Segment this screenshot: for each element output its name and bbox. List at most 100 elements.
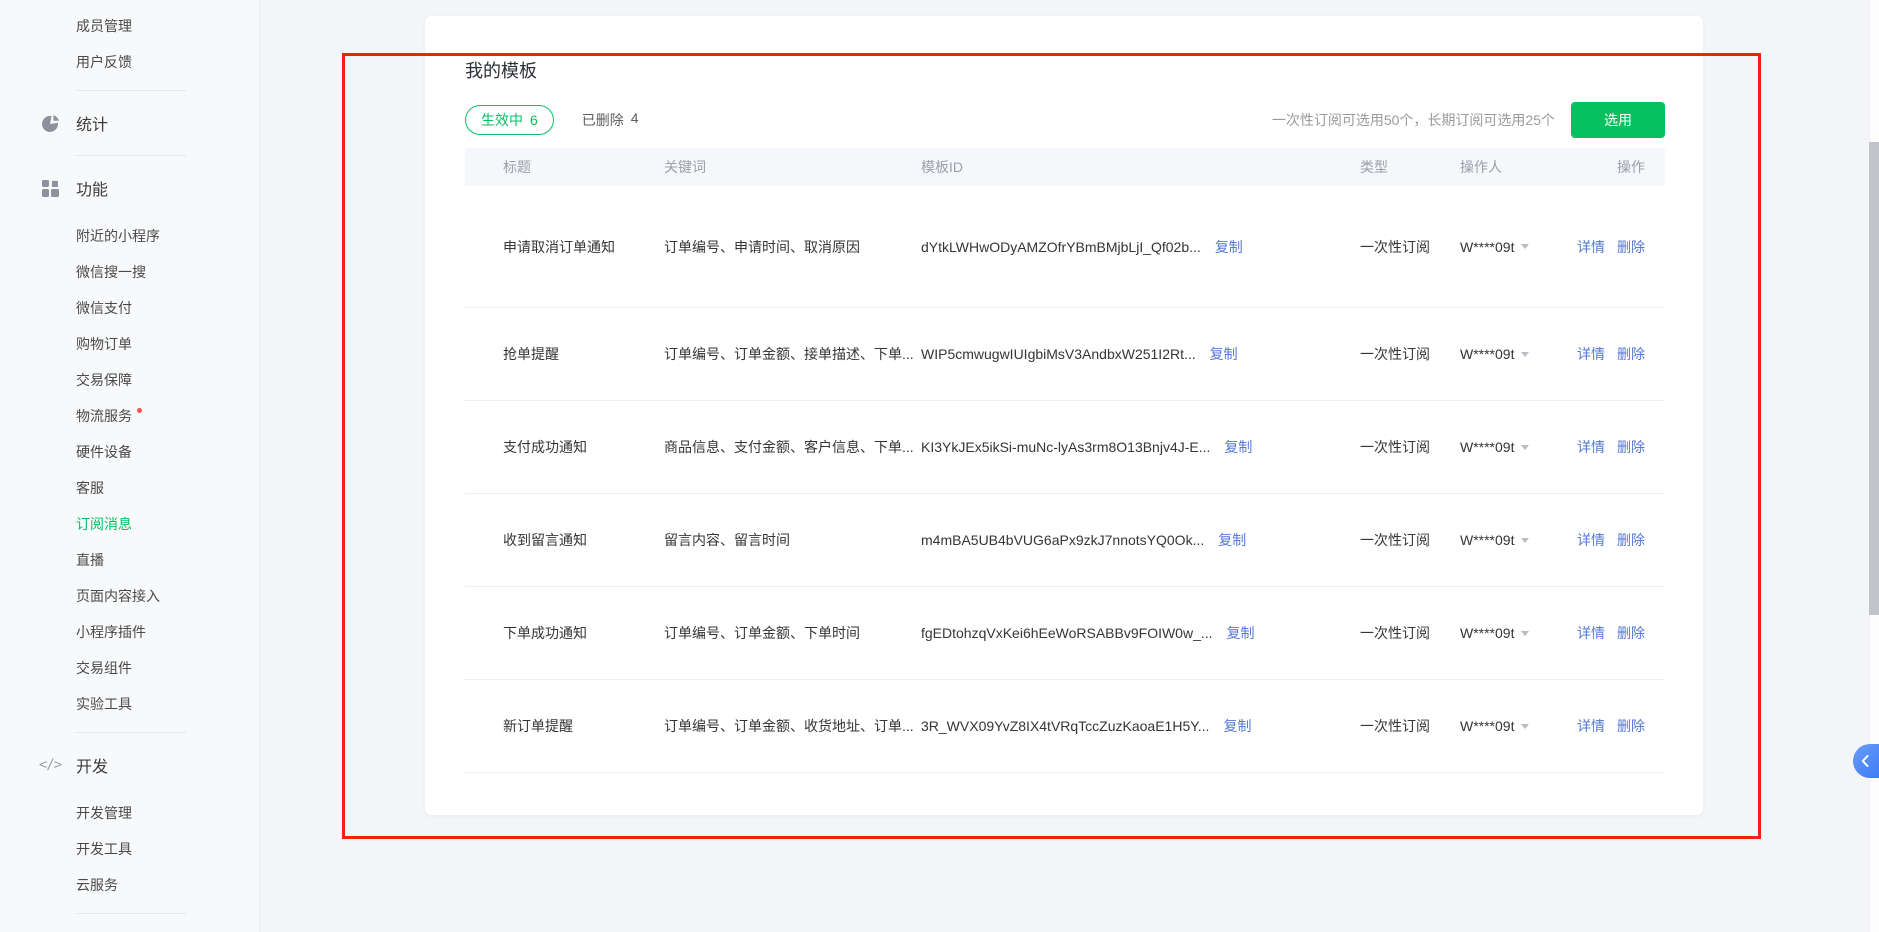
chevron-down-icon[interactable] xyxy=(1521,631,1529,636)
chevron-down-icon[interactable] xyxy=(1521,352,1529,357)
delete-link[interactable]: 删除 xyxy=(1617,237,1645,257)
code-icon: </> xyxy=(40,755,60,775)
detail-link[interactable]: 详情 xyxy=(1577,237,1605,257)
table-row: 申请取消订单通知 订单编号、申请时间、取消原因 dYtkLWHwODyAMZOf… xyxy=(465,186,1665,308)
table-row: 新订单提醒 订单编号、订单金额、收货地址、订单... 3R_WVX09YvZ8I… xyxy=(465,680,1665,773)
detail-link[interactable]: 详情 xyxy=(1577,623,1605,643)
sidebar-item-shopping-orders[interactable]: 购物订单 xyxy=(0,326,259,362)
chevron-down-icon[interactable] xyxy=(1521,445,1529,450)
sidebar-item-wechat-search[interactable]: 微信搜一搜 xyxy=(0,254,259,290)
main-content: 我的模板 生效中 6 已删除 4 一次性订阅可选用50个，长期订阅可选用25个 … xyxy=(261,0,1869,932)
sidebar-item-label: 开发管理 xyxy=(76,803,132,823)
template-keywords: 订单编号、订单金额、下单时间 xyxy=(664,623,921,643)
sidebar-item-logistics[interactable]: 物流服务 xyxy=(0,398,259,434)
template-type: 一次性订阅 xyxy=(1360,530,1460,550)
template-keywords: 订单编号、申请时间、取消原因 xyxy=(664,237,921,257)
delete-link[interactable]: 删除 xyxy=(1617,530,1645,550)
template-title: 下单成功通知 xyxy=(503,623,664,643)
delete-link[interactable]: 删除 xyxy=(1617,344,1645,364)
sidebar-item-label: 成员管理 xyxy=(76,16,132,36)
template-id: fgEDtohzqVxKei6hEeWoRSABBv9FOIW0w_... xyxy=(921,625,1213,641)
sidebar-item-trade-components[interactable]: 交易组件 xyxy=(0,650,259,686)
delete-link[interactable]: 删除 xyxy=(1617,716,1645,736)
scrollbar-thumb[interactable] xyxy=(1869,142,1879,615)
sidebar-item-label: 硬件设备 xyxy=(76,442,132,462)
sidebar-group-statistics[interactable]: 统计 xyxy=(0,101,259,145)
sidebar-item-label: 页面内容接入 xyxy=(76,586,160,606)
template-id: KI3YkJEx5ikSi-muNc-lyAs3rm8O13Bnjv4J-E..… xyxy=(921,439,1210,455)
sidebar-item-page-content[interactable]: 页面内容接入 xyxy=(0,578,259,614)
sidebar-item-customer-service[interactable]: 客服 xyxy=(0,470,259,506)
sidebar-item-label: 开发工具 xyxy=(76,839,132,859)
delete-link[interactable]: 删除 xyxy=(1617,623,1645,643)
template-title: 新订单提醒 xyxy=(503,716,664,736)
select-template-button[interactable]: 选用 xyxy=(1571,102,1665,138)
sidebar-item-dev-management[interactable]: 开发管理 xyxy=(0,795,259,831)
copy-link[interactable]: 复制 xyxy=(1218,530,1246,550)
operator-name: W****09t xyxy=(1460,718,1514,734)
sidebar-item-live[interactable]: 直播 xyxy=(0,542,259,578)
template-type: 一次性订阅 xyxy=(1360,623,1460,643)
table-row: 支付成功通知 商品信息、支付金额、客户信息、下单... KI3YkJEx5ikS… xyxy=(465,401,1665,494)
sidebar-group-development[interactable]: </> 开发 xyxy=(0,743,259,787)
sidebar-item-members[interactable]: 成员管理 xyxy=(0,8,259,44)
pie-chart-icon xyxy=(40,113,60,133)
template-id: m4mBA5UB4bVUG6aPx9zkJ7nnotsYQ0Ok... xyxy=(921,532,1204,548)
operator-name: W****09t xyxy=(1460,239,1514,255)
tab-active-templates[interactable]: 生效中 6 xyxy=(465,105,554,135)
grid-icon xyxy=(40,178,60,198)
chevron-left-icon xyxy=(1861,755,1869,767)
template-id: dYtkLWHwODyAMZOfrYBmBMjbLjI_Qf02b... xyxy=(921,239,1201,255)
copy-link[interactable]: 复制 xyxy=(1215,237,1243,257)
copy-link[interactable]: 复制 xyxy=(1224,437,1252,457)
sidebar-item-subscribe-message[interactable]: 订阅消息 xyxy=(0,506,259,542)
template-type: 一次性订阅 xyxy=(1360,716,1460,736)
template-type: 一次性订阅 xyxy=(1360,344,1460,364)
template-id: WIP5cmwugwIUIgbiMsV3AndbxW251I2Rt... xyxy=(921,346,1196,362)
template-type: 一次性订阅 xyxy=(1360,437,1460,457)
sidebar-item-cloud-services[interactable]: 云服务 xyxy=(0,867,259,903)
header-type: 类型 xyxy=(1360,157,1460,177)
tab-count: 6 xyxy=(530,106,538,134)
sidebar-group-label: 统计 xyxy=(76,111,108,135)
copy-link[interactable]: 复制 xyxy=(1227,623,1255,643)
sidebar-item-label: 微信搜一搜 xyxy=(76,262,146,282)
copy-link[interactable]: 复制 xyxy=(1223,716,1251,736)
header-template-id: 模板ID xyxy=(921,157,1360,177)
operator-name: W****09t xyxy=(1460,532,1514,548)
operator-name: W****09t xyxy=(1460,439,1514,455)
sidebar-item-wechat-pay[interactable]: 微信支付 xyxy=(0,290,259,326)
template-keywords: 订单编号、订单金额、收货地址、订单... xyxy=(664,716,921,736)
copy-link[interactable]: 复制 xyxy=(1210,344,1238,364)
chevron-down-icon[interactable] xyxy=(1521,538,1529,543)
sidebar-item-hardware[interactable]: 硬件设备 xyxy=(0,434,259,470)
tab-deleted-templates[interactable]: 已删除 4 xyxy=(582,110,639,130)
table-header: 标题 关键词 模板ID 类型 操作人 操作 xyxy=(465,148,1665,186)
detail-link[interactable]: 详情 xyxy=(1577,530,1605,550)
sidebar-item-label: 附近的小程序 xyxy=(76,226,160,246)
chevron-down-icon[interactable] xyxy=(1521,244,1529,249)
table-row: 收到留言通知 留言内容、留言时间 m4mBA5UB4bVUG6aPx9zkJ7n… xyxy=(465,494,1665,587)
collapse-panel-button[interactable] xyxy=(1853,744,1879,778)
detail-link[interactable]: 详情 xyxy=(1577,437,1605,457)
template-keywords: 订单编号、订单金额、接单描述、下单... xyxy=(664,344,921,364)
chevron-down-icon[interactable] xyxy=(1521,724,1529,729)
delete-link[interactable]: 删除 xyxy=(1617,437,1645,457)
sidebar-item-label: 云服务 xyxy=(76,875,118,895)
sidebar-divider xyxy=(76,732,186,733)
sidebar-item-transaction-guarantee[interactable]: 交易保障 xyxy=(0,362,259,398)
sidebar-group-features[interactable]: 功能 xyxy=(0,166,259,210)
sidebar-item-experiment-tools[interactable]: 实验工具 xyxy=(0,686,259,722)
template-title: 收到留言通知 xyxy=(503,530,664,550)
sidebar-item-label: 用户反馈 xyxy=(76,52,132,72)
sidebar-item-label: 小程序插件 xyxy=(76,622,146,642)
templates-toolbar: 生效中 6 已删除 4 一次性订阅可选用50个，长期订阅可选用25个 选用 xyxy=(465,102,1665,138)
header-operator: 操作人 xyxy=(1460,157,1575,177)
template-title: 支付成功通知 xyxy=(503,437,664,457)
sidebar-item-plugins[interactable]: 小程序插件 xyxy=(0,614,259,650)
sidebar-item-feedback[interactable]: 用户反馈 xyxy=(0,44,259,80)
sidebar-item-dev-tools[interactable]: 开发工具 xyxy=(0,831,259,867)
detail-link[interactable]: 详情 xyxy=(1577,716,1605,736)
sidebar-item-nearby-miniprogram[interactable]: 附近的小程序 xyxy=(0,218,259,254)
detail-link[interactable]: 详情 xyxy=(1577,344,1605,364)
